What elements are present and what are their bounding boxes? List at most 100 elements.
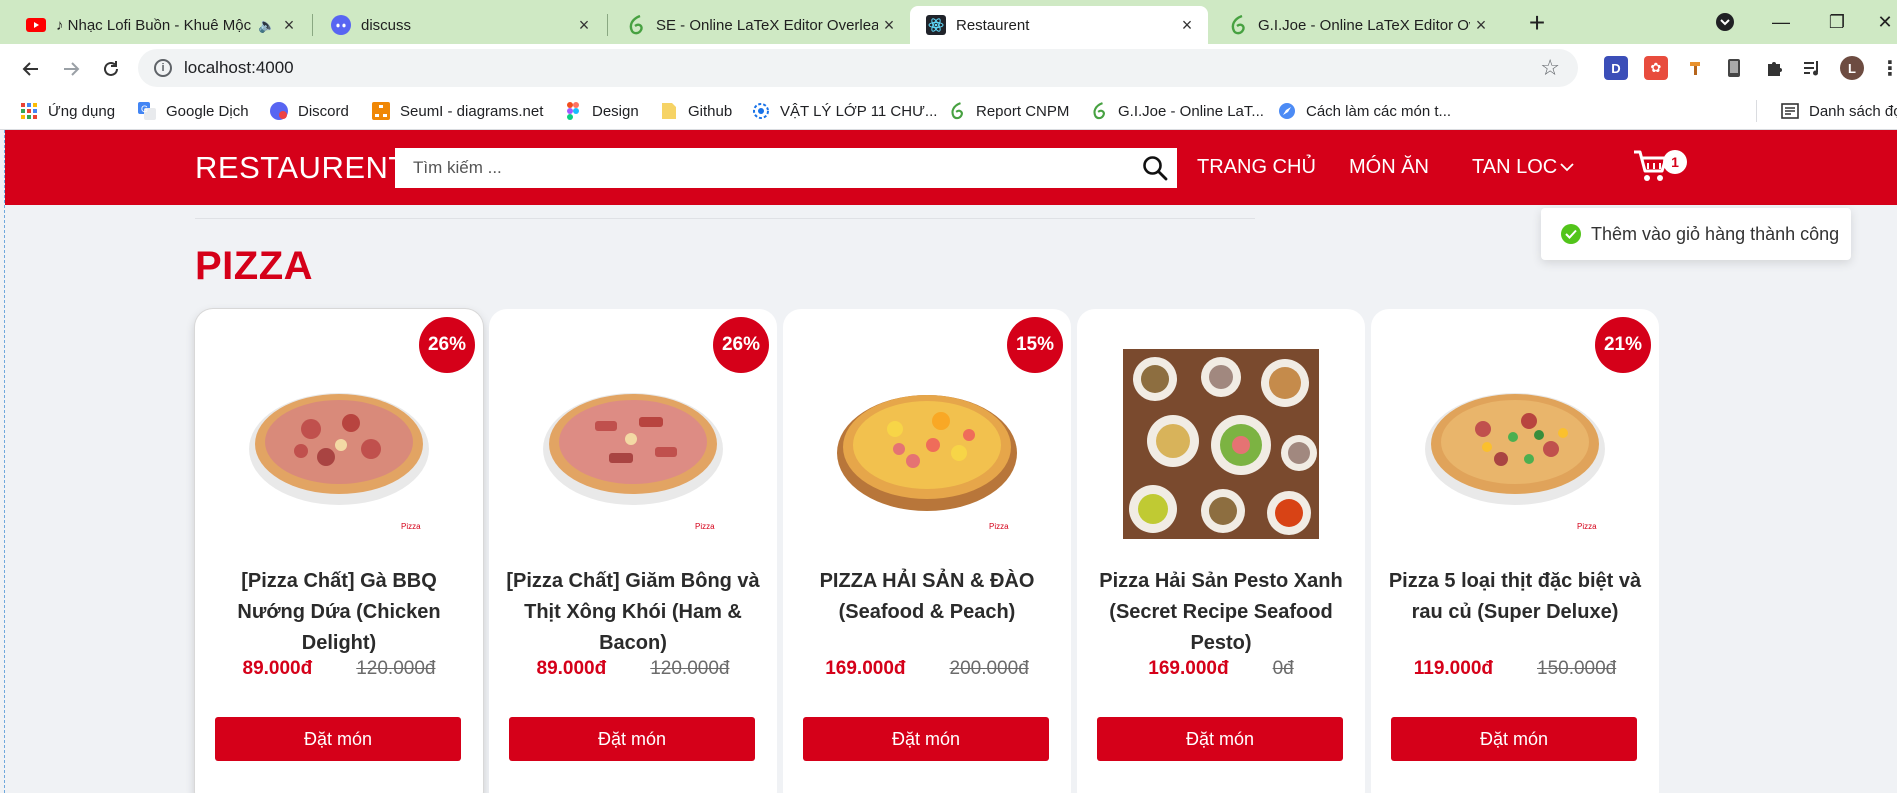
reading-list[interactable]: Danh sách đọc (1756, 100, 1897, 122)
pizza-ham-image: Pizza (543, 393, 723, 531)
price-current: 119.000đ (1413, 658, 1493, 679)
product-card[interactable]: Pizza Hải Sản Pesto Xanh (Secret Recipe … (1077, 309, 1365, 793)
nav-filter-dropdown[interactable]: TAN LOC (1472, 156, 1575, 179)
omnibox[interactable]: i localhost:4000 ☆ (138, 49, 1578, 87)
close-icon[interactable]: × (1470, 14, 1492, 36)
close-icon[interactable]: × (278, 14, 300, 36)
folder-icon (660, 102, 678, 120)
bookmark-drawio[interactable]: SeumI - diagrams.net (372, 100, 543, 122)
new-tab-button[interactable]: + (1522, 7, 1552, 38)
overleaf-icon (1228, 15, 1248, 35)
bookmark-apps[interactable]: Ứng dụng (20, 100, 115, 122)
discord-icon (270, 102, 288, 120)
site-logo[interactable]: RESTAURENT (195, 150, 408, 186)
price-current: 169.000đ (1148, 658, 1229, 679)
order-button[interactable]: Đặt món (509, 717, 755, 761)
browser-tab-overleaf-se[interactable]: SE - Online LaTeX Editor Overleaf × (610, 6, 910, 44)
speaker-icon[interactable]: 🔈 (256, 14, 278, 36)
bookmark-label: Report CNPM (976, 102, 1070, 120)
site-info-icon[interactable]: i (154, 59, 172, 77)
pizza-chicken-image: Pizza (249, 393, 429, 531)
pizza-seafood-peach-image: Pizza (837, 395, 1017, 531)
bookmark-star-icon[interactable]: ☆ (1540, 55, 1560, 81)
price-current: 89.000đ (242, 658, 313, 679)
bookmark-vatly[interactable]: VẬT LÝ LỚP 11 CHƯ... (752, 100, 937, 122)
product-card[interactable]: 21% Pizza Pizza 5 loại thịt đặc biệt và … (1371, 309, 1659, 793)
site-header: RESTAURENT TRANG CHỦ MÓN ĂN TAN LOC 1 (5, 130, 1897, 205)
tab-separator (312, 14, 313, 36)
browser-tab-bar: ♪ Nhạc Lofi Buồn - Khuê Mộc 🔈 × discuss … (0, 0, 1897, 44)
media-queue-icon[interactable] (1800, 56, 1824, 80)
bookmark-label: G.I.Joe - Online LaT... (1118, 102, 1264, 120)
order-button[interactable]: Đặt món (1097, 717, 1343, 761)
tab-title: ♪ Nhạc Lofi Buồn - Khuê Mộc (56, 16, 252, 34)
bookmark-label: Discord (298, 102, 349, 120)
back-button[interactable] (16, 54, 46, 84)
browser-tab-youtube[interactable]: ♪ Nhạc Lofi Buồn - Khuê Mộc 🔈 × (10, 6, 310, 44)
extension-phone-icon[interactable] (1722, 56, 1746, 80)
price-row: 119.000đ 150.000đ (1371, 658, 1659, 680)
restore-button[interactable]: ❐ (1822, 8, 1852, 36)
reading-list-icon (1781, 102, 1799, 120)
extensions-puzzle-icon[interactable] (1762, 56, 1786, 80)
reload-button[interactable] (96, 54, 126, 84)
svg-text:Pizza: Pizza (1577, 522, 1597, 531)
chevron-down-icon (1559, 156, 1575, 179)
product-card[interactable]: 15% Pizza PIZZA HẢI SẢN & ĐÀO (Seafood &… (783, 309, 1071, 793)
order-button[interactable]: Đặt món (215, 717, 461, 761)
bookmark-discord[interactable]: Discord (270, 100, 349, 122)
browser-tab-restaurent[interactable]: Restaurent × (910, 6, 1208, 44)
close-icon[interactable]: × (573, 14, 595, 36)
close-window-button[interactable]: ✕ (1870, 8, 1897, 36)
forward-arrow-icon (64, 62, 80, 76)
toast-notification: Thêm vào giỏ hàng thành công (1541, 208, 1851, 260)
order-button[interactable]: Đặt món (1391, 717, 1637, 761)
menu-dots-icon[interactable]: ⋮ (1878, 56, 1897, 80)
compass-icon (1278, 102, 1296, 120)
bookmark-report-cnpm[interactable]: Report CNPM (948, 100, 1069, 122)
bookmark-label: Github (688, 102, 733, 120)
forward-button[interactable] (56, 54, 86, 84)
browser-tab-overleaf-gijoe[interactable]: G.I.Joe - Online LaTeX Editor Overleaf × (1212, 6, 1502, 44)
extension-hammer-icon[interactable] (1684, 56, 1708, 80)
price-row: 169.000đ 200.000đ (783, 658, 1071, 680)
profile-avatar[interactable]: L (1840, 56, 1864, 80)
react-icon (926, 15, 946, 35)
extension-puzzle-red-icon[interactable]: ✿ (1644, 56, 1668, 80)
tab-title: Restaurent (956, 16, 1030, 34)
search-input[interactable] (395, 148, 1133, 188)
browser-tab-discuss[interactable]: discuss × (315, 6, 605, 44)
nav-home[interactable]: TRANG CHỦ (1197, 156, 1316, 179)
bookmark-google-translate[interactable]: G Google Dịch (138, 100, 249, 122)
bookmark-label: Google Dịch (166, 102, 249, 120)
close-icon[interactable]: × (1176, 14, 1198, 36)
price-row: 89.000đ 120.000đ (195, 658, 483, 680)
order-button[interactable]: Đặt món (803, 717, 1049, 761)
reading-list-label: Danh sách đọc (1809, 102, 1897, 120)
search-icon[interactable] (1133, 155, 1177, 181)
url-text: localhost:4000 (184, 58, 294, 77)
product-card[interactable]: 26% Pizza [Pizza Chất] Gà BBQ Nướng Dứa … (195, 309, 483, 793)
product-name: [Pizza Chất] Giăm Bông và Thịt Xông Khói… (506, 570, 760, 654)
bookmark-gijoe[interactable]: G.I.Joe - Online LaT... (1090, 100, 1264, 122)
overleaf-icon (626, 15, 646, 35)
product-card[interactable]: 26% Pizza [Pizza Chất] Giăm Bông và Thịt… (489, 309, 777, 793)
bookmark-label: VẬT LÝ LỚP 11 CHƯ... (780, 102, 938, 120)
product-name: PIZZA HẢI SẢN & ĐÀO (Seafood & Peach) (819, 570, 1035, 623)
bookmark-cach-lam[interactable]: Cách làm các món t... (1278, 100, 1451, 122)
bookmark-label: Ứng dụng (48, 102, 116, 120)
extension-d-icon[interactable]: D (1604, 56, 1628, 80)
price-row: 89.000đ 120.000đ (489, 658, 777, 680)
address-bar-row: i localhost:4000 ☆ D ✿ L ⋮ (0, 44, 1897, 92)
tab-search-button[interactable] (1710, 8, 1740, 36)
price-original: 120.000đ (650, 658, 730, 679)
product-name: Pizza Hải Sản Pesto Xanh (Secret Recipe … (1099, 570, 1343, 654)
bookmark-github[interactable]: Github (660, 100, 732, 122)
cart-count-badge: 1 (1663, 150, 1687, 174)
price-original: 0đ (1272, 658, 1294, 679)
bookmark-design[interactable]: Design (564, 100, 639, 122)
minimize-button[interactable]: — (1766, 8, 1796, 36)
close-icon[interactable]: × (878, 14, 900, 36)
nav-filter-label: TAN LOC (1472, 156, 1558, 178)
nav-dishes[interactable]: MÓN ĂN (1349, 156, 1429, 179)
